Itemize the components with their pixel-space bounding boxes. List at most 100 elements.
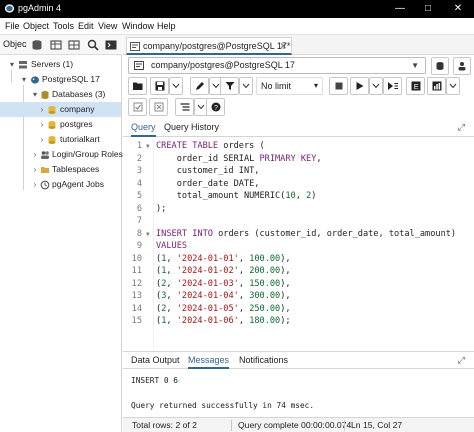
execute-button[interactable] xyxy=(350,77,369,95)
user-button[interactable] xyxy=(453,57,471,75)
code-line: VALUES xyxy=(156,241,188,251)
folder-open-icon xyxy=(132,82,142,90)
status-bar: Total rows: 2 of 2 Query complete 00:00:… xyxy=(123,417,474,432)
messages-panel: INSERT 0 6 Query returned successfully i… xyxy=(126,370,474,416)
line-number: 1 xyxy=(136,141,142,151)
tab-notifications[interactable]: Notifications xyxy=(239,355,288,369)
close-tab-button[interactable]: ✕ xyxy=(279,38,287,54)
close-window-button[interactable]: ✕ xyxy=(444,0,472,18)
chevron-down-icon[interactable]: ▾ xyxy=(31,87,39,102)
fold-icon[interactable]: ▼ xyxy=(146,143,150,150)
commit-button[interactable] xyxy=(128,98,147,116)
connection-status-button[interactable] xyxy=(431,57,449,75)
chevron-down-icon xyxy=(372,83,380,89)
svg-text:?: ? xyxy=(214,105,218,112)
line-number: 3 xyxy=(136,166,142,176)
help-button[interactable]: ? xyxy=(206,98,225,116)
play-icon xyxy=(356,82,363,90)
tree-item-label: pgAgent Jobs xyxy=(52,179,104,189)
object-explorer-label[interactable]: Objec xyxy=(3,39,27,49)
chevron-down-icon xyxy=(197,104,205,110)
code-line: (1, '2024-01-02', 200.00), xyxy=(156,266,291,276)
search-icon[interactable] xyxy=(86,38,100,52)
chevron-right-icon[interactable]: › xyxy=(31,147,39,162)
chevron-right-icon[interactable]: › xyxy=(38,102,46,117)
explain-button[interactable]: E xyxy=(406,77,425,95)
filter-button[interactable] xyxy=(220,77,239,95)
tree-item-servers[interactable]: ▾ Servers (1) xyxy=(0,57,121,72)
edit-button[interactable] xyxy=(190,77,209,95)
tree-item-tutorialkart[interactable]: › tutorialkart xyxy=(0,132,121,147)
macros-button[interactable] xyxy=(175,98,194,116)
expand-icon[interactable]: ⤢ xyxy=(458,122,465,133)
menu-view[interactable]: View xyxy=(98,21,117,31)
tree-item-company[interactable]: › company xyxy=(0,102,121,117)
chevron-right-icon[interactable]: › xyxy=(38,132,46,147)
query-tool-tab[interactable]: company/postgres@PostgreSQL 17* ✕ xyxy=(126,37,292,55)
chevron-right-icon[interactable]: › xyxy=(38,117,46,132)
chevron-down-icon[interactable]: ▾ xyxy=(20,72,28,87)
line-number: 13 xyxy=(131,291,142,301)
line-number: 7 xyxy=(136,216,142,226)
explain-analyze-button[interactable] xyxy=(427,77,446,95)
menu-file[interactable]: File xyxy=(5,21,20,31)
menu-window[interactable]: Window xyxy=(122,21,154,31)
tree-item-databases[interactable]: ▾ Databases (3) xyxy=(0,87,121,102)
menu-object[interactable]: Object xyxy=(23,21,49,31)
code-line: CREATE TABLE orders ( xyxy=(156,141,265,151)
expand-icon[interactable]: ⤢ xyxy=(458,355,465,366)
fold-icon[interactable]: ▼ xyxy=(146,231,150,238)
rollback-button[interactable] xyxy=(149,98,168,116)
chevron-right-icon[interactable]: › xyxy=(31,177,39,192)
tree-item-label: Login/Group Roles xyxy=(52,149,123,159)
tree-item-postgresql-17[interactable]: ▾ PostgreSQL 17 xyxy=(0,72,121,87)
tab-data-output[interactable]: Data Output xyxy=(131,355,180,369)
query-tab-strip: company/postgres@PostgreSQL 17* ✕ xyxy=(123,35,474,55)
tree-item-label: Tablespaces xyxy=(52,164,100,174)
databases-icon xyxy=(41,91,49,99)
menu-help[interactable]: Help xyxy=(157,21,176,31)
database-icon[interactable] xyxy=(30,38,44,52)
stop-button[interactable] xyxy=(329,77,348,95)
maximize-button[interactable]: □ xyxy=(414,0,442,18)
object-explorer-toolbar: Objec xyxy=(0,35,122,55)
execute-options-dropdown[interactable] xyxy=(369,77,383,95)
tree-item-login-group-roles[interactable]: › Login/Group Roles xyxy=(0,147,123,162)
title-bar: pgAdmin 4 — □ ✕ xyxy=(0,0,474,18)
connection-select[interactable]: company/postgres@PostgreSQL 17 ▼ xyxy=(128,57,426,74)
code-line: (2, '2024-01-03', 150.00), xyxy=(156,278,291,289)
window-title: pgAdmin 4 xyxy=(18,3,62,13)
connection-icon xyxy=(134,61,144,70)
gutter-separator xyxy=(153,138,154,350)
tree-item-pgagent-jobs[interactable]: › pgAgent Jobs xyxy=(0,177,121,192)
execute-script-button[interactable] xyxy=(383,77,402,95)
menu-tools[interactable]: Tools xyxy=(53,21,74,31)
grid-view-icon[interactable] xyxy=(67,38,81,52)
tree-item-postgres[interactable]: › postgres xyxy=(0,117,121,132)
tree-item-tablespaces[interactable]: › Tablespaces xyxy=(0,162,121,177)
open-file-button[interactable] xyxy=(128,77,147,95)
explain-options-dropdown[interactable] xyxy=(446,77,460,95)
tab-query-history[interactable]: Query History xyxy=(164,122,219,137)
chevron-down-icon[interactable]: ▾ xyxy=(8,57,16,72)
row-limit-value: No limit xyxy=(261,81,292,91)
menu-edit[interactable]: Edit xyxy=(78,21,94,31)
save-options-dropdown[interactable] xyxy=(169,77,183,95)
code-line: order_id SERIAL PRIMARY KEY, xyxy=(156,153,322,164)
tab-messages[interactable]: Messages xyxy=(188,355,230,369)
message-line: INSERT 0 6 xyxy=(131,376,178,385)
row-limit-select[interactable]: No limit ▾ xyxy=(256,77,323,95)
chevron-right-icon[interactable]: › xyxy=(31,162,39,177)
save-file-button[interactable] xyxy=(150,77,169,95)
sql-editor[interactable]: 1 ▼ CREATE TABLE orders ( 2 order_id SER… xyxy=(126,138,474,350)
commit-icon xyxy=(133,102,142,112)
code-line: (3, '2024-01-04', 300.00), xyxy=(156,291,291,301)
terminal-icon[interactable] xyxy=(104,38,118,52)
table-icon[interactable] xyxy=(49,38,63,52)
filter-options-dropdown[interactable] xyxy=(239,77,253,95)
minimize-button[interactable]: — xyxy=(386,0,414,18)
chevron-down-icon: ▼ xyxy=(411,61,419,70)
line-number: 6 xyxy=(136,203,142,214)
tab-query[interactable]: Query xyxy=(131,122,156,137)
editor-tabs: Query Query History ⤢ xyxy=(123,119,474,137)
